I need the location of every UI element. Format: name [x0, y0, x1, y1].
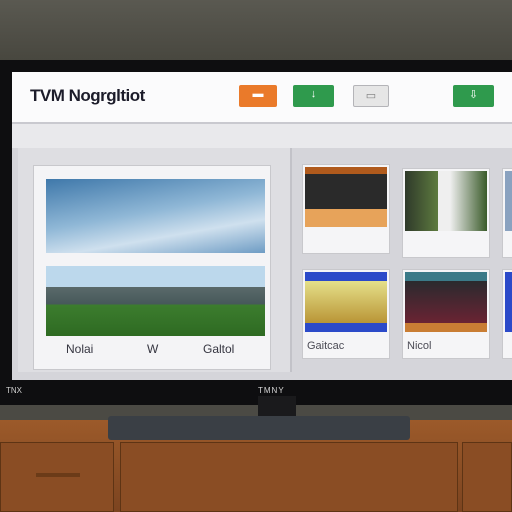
- media-tile[interactable]: [402, 168, 490, 258]
- feature-caption: Nolai: [66, 342, 94, 356]
- cabinet-drawer: [0, 442, 114, 512]
- media-tile[interactable]: Gaitcac: [302, 269, 390, 359]
- tv-brand-label: TMNY: [258, 386, 285, 395]
- menu-icon: ▬: [252, 88, 264, 100]
- media-tile[interactable]: Nicol: [402, 269, 490, 359]
- wall: [0, 0, 512, 60]
- tv-screen: TVM Nogrgltiot ▬ ↓ ▭ ⇩ Nolai W Galtol Ga…: [12, 72, 512, 380]
- save-icon: ⇩: [468, 89, 479, 101]
- top-bar: TVM Nogrgltiot ▬ ↓ ▭ ⇩: [12, 72, 512, 124]
- tile-thumbnail: [505, 272, 512, 332]
- screen-icon: ▭: [365, 90, 377, 102]
- tile-thumbnail: [305, 167, 387, 227]
- app-logo[interactable]: TVM Nogrgltiot: [30, 86, 145, 106]
- tv-badge: TNX: [6, 386, 22, 395]
- tile-thumbnail: [405, 171, 487, 231]
- tile-thumbnail: [505, 171, 512, 231]
- tile-thumbnail: [305, 272, 387, 332]
- download-icon: ↓: [310, 88, 317, 100]
- featured-panel: Nolai W Galtol: [18, 148, 292, 372]
- content-area: Nolai W Galtol Gaitcac Nicol: [12, 148, 512, 380]
- green-button[interactable]: ↓: [293, 85, 334, 107]
- drawer-handle: [36, 473, 80, 477]
- sky-image[interactable]: [46, 179, 265, 253]
- gray-button[interactable]: ▭: [353, 85, 389, 107]
- mountain-image[interactable]: [46, 266, 265, 336]
- tv-stand-base: [108, 416, 410, 440]
- media-tile[interactable]: [502, 269, 512, 359]
- tile-label: Gaitcac: [307, 340, 345, 352]
- feature-card[interactable]: Nolai W Galtol: [33, 165, 271, 370]
- feature-caption: Galtol: [203, 342, 235, 356]
- tv-stand-neck: [258, 396, 296, 418]
- cabinet-drawer: [462, 442, 512, 512]
- green-button-right[interactable]: ⇩: [453, 85, 494, 107]
- feature-caption: W: [147, 342, 159, 356]
- orange-button[interactable]: ▬: [239, 85, 277, 107]
- media-tile[interactable]: [502, 168, 512, 258]
- tile-thumbnail: [405, 272, 487, 332]
- tile-label: Nicol: [407, 340, 432, 352]
- cabinet-drawer: [120, 442, 458, 512]
- media-tile[interactable]: [302, 164, 390, 254]
